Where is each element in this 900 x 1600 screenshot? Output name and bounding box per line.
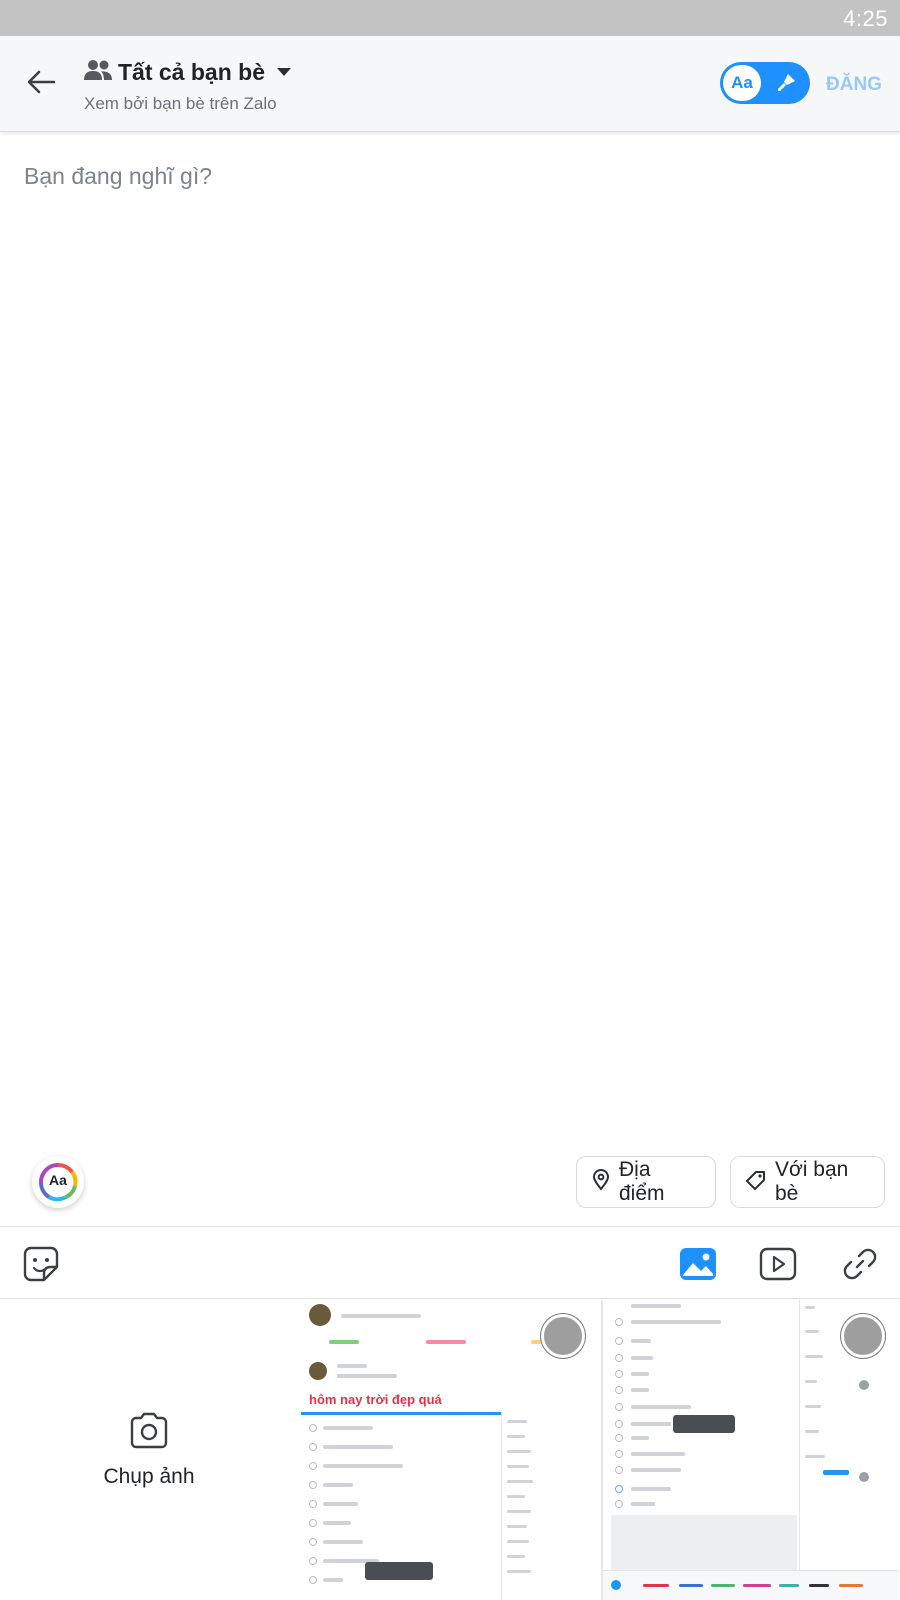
video-icon[interactable] (758, 1245, 798, 1283)
take-photo-label: Chụp ảnh (103, 1464, 195, 1488)
brush-icon (774, 71, 798, 95)
font-style-button[interactable]: Aa (32, 1156, 84, 1208)
location-pin-icon (591, 1168, 611, 1196)
post-button[interactable]: ĐĂNG (826, 74, 882, 96)
tag-friends-chip-label: Với bạn bè (775, 1158, 849, 1205)
thumbnail-avatar (309, 1304, 331, 1326)
caret-down-icon (276, 68, 291, 76)
font-style-label: Aa (49, 1172, 67, 1188)
link-icon[interactable] (840, 1245, 880, 1283)
location-chip[interactable]: Địa điểm (576, 1156, 716, 1208)
sticker-icon[interactable] (22, 1245, 62, 1283)
status-bar: 4:25 (0, 0, 900, 36)
location-chip-label: Địa điểm (619, 1158, 665, 1205)
gallery-thumbnail[interactable]: hôm nay trời đẹp quá (301, 1300, 599, 1600)
tag-icon (745, 1169, 767, 1196)
take-photo-button[interactable]: Chụp ảnh (0, 1299, 298, 1600)
select-photo-circle[interactable] (541, 1314, 585, 1358)
tag-friends-chip[interactable]: Với bạn bè (730, 1156, 885, 1208)
thumbnail-headline: hôm nay trời đẹp quá (309, 1392, 442, 1407)
audience-subtitle: Xem bởi bạn bè trên Zalo (84, 94, 277, 113)
back-arrow-icon[interactable] (24, 64, 60, 100)
post-header: Tất cả bạn bè Xem bởi bạn bè trên Zalo A… (0, 36, 900, 132)
text-style-toggle[interactable]: Aa (720, 62, 810, 104)
attachment-toolbar (0, 1226, 900, 1298)
photo-icon[interactable] (678, 1245, 718, 1283)
audience-selector[interactable]: Tất cả bạn bè Xem bởi bạn bè trên Zalo (84, 56, 291, 114)
gallery-thumbnail[interactable] (601, 1300, 899, 1600)
camera-icon (128, 1412, 170, 1455)
toggle-text-label: Aa (723, 65, 761, 101)
photo-gallery: Chụp ảnh hôm nay trời đẹp quá (0, 1298, 900, 1600)
status-input[interactable] (24, 156, 874, 196)
audience-title: Tất cả bạn bè (118, 58, 265, 85)
friends-group-icon (84, 59, 112, 86)
status-time: 4:25 (843, 6, 888, 31)
select-photo-circle[interactable] (841, 1314, 885, 1358)
